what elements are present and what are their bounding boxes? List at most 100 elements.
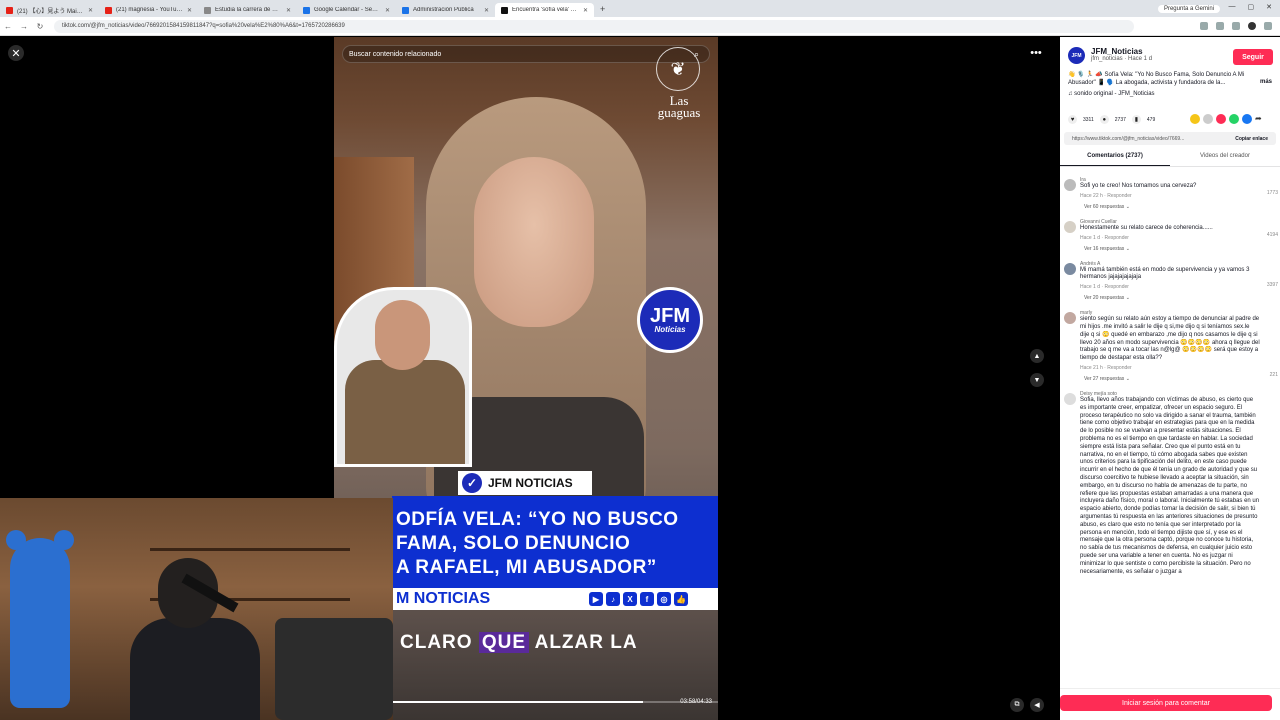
url-input[interactable]: tiktok.com/@jfm_noticias/video/766920158… — [54, 19, 1134, 33]
youtube-icon — [6, 6, 13, 14]
close-tab-icon[interactable]: ✕ — [583, 7, 588, 14]
avatar[interactable] — [1064, 392, 1076, 405]
view-replies[interactable]: Ver 16 respuestas ⌄ — [1080, 246, 1278, 252]
list-item: Ira Sofi yo te creo! Nos tomamos una cer… — [1064, 177, 1278, 210]
comment-like[interactable]: 1773 — [1267, 190, 1278, 196]
browser-tab[interactable]: Administración Pública ✕ — [396, 3, 495, 17]
more-link[interactable]: más — [1260, 79, 1272, 85]
avatar[interactable] — [1064, 312, 1076, 325]
share-arrow-icon[interactable]: ➦ — [1255, 114, 1265, 124]
sidebar-tabs: Comentarios (2737) Videos del creador — [1060, 153, 1280, 167]
bear-ear — [54, 530, 74, 550]
share-red-icon[interactable] — [1216, 114, 1226, 124]
las-guaguas-logo: ❦ — [656, 47, 700, 91]
jfm-logo-badge: JFM Noticias — [637, 287, 703, 353]
avatar[interactable] — [1064, 179, 1076, 191]
next-video-button[interactable]: ▼ — [1030, 373, 1044, 387]
reload-icon[interactable]: ↻ — [32, 22, 48, 31]
window-controls: — ▢ ✕ — [1229, 3, 1273, 11]
saves-count: 479 — [1146, 116, 1156, 123]
bookmark-icon[interactable] — [1216, 22, 1224, 30]
tab-creator-videos[interactable]: Videos del creador — [1170, 153, 1280, 166]
browser-tab[interactable]: (21) 【心】見よう Mai Matsubara✕ — [0, 3, 99, 17]
follow-button[interactable]: Seguir — [1233, 49, 1273, 65]
heart-icon[interactable]: ♥ — [1068, 115, 1077, 124]
engagement-stats: ♥ 3311 ● 2737 ▮ 479 — [1068, 115, 1155, 124]
view-replies[interactable]: Ver 27 respuestas ⌄ — [1080, 376, 1278, 382]
calendar-icon — [303, 6, 310, 14]
politician-face — [375, 300, 430, 370]
gemini-button[interactable]: Pregunta a Gemini — [1157, 4, 1220, 13]
browser-tab-active[interactable]: Encuentra 'sofía vela' en TikTok✕ — [495, 3, 594, 17]
volume-icon[interactable]: ◀ — [1030, 698, 1044, 712]
close-tab-icon[interactable]: ✕ — [286, 7, 291, 14]
previous-video-button[interactable]: ▲ — [1030, 349, 1044, 363]
view-replies[interactable]: Ver 60 respuestas ⌄ — [1080, 204, 1278, 210]
video-progress-bar[interactable] — [392, 701, 718, 703]
forward-icon[interactable]: → — [16, 22, 32, 31]
like-icon: 👍 — [674, 592, 688, 606]
video-subject-face — [474, 157, 594, 327]
view-replies[interactable]: Ver 20 respuestas ⌄ — [1080, 295, 1278, 301]
share-icons: ➦ — [1190, 114, 1265, 124]
tab-comments[interactable]: Comentarios (2737) — [1060, 153, 1170, 166]
tiktok-icon: ♪ — [606, 592, 620, 606]
browser-tab[interactable]: Estudia la carrera de Ciencia✕ — [198, 3, 297, 17]
share-link-box: https://www.tiktok.com/@jfm_noticias/vid… — [1064, 132, 1276, 145]
comment-like[interactable]: 221 — [1270, 372, 1278, 378]
login-to-comment-button[interactable]: Iniciar sesión para comentar — [1060, 695, 1272, 711]
chair — [275, 618, 393, 720]
browser-tab[interactable]: Google Calendar - Semana de✕ — [297, 3, 396, 17]
back-icon[interactable]: ← — [0, 22, 16, 31]
likes-count: 3311 — [1083, 116, 1094, 123]
avatar[interactable] — [1064, 220, 1076, 233]
youtube-icon — [105, 6, 112, 14]
bookmark-icon[interactable]: ▮ — [1131, 115, 1141, 124]
minimize-icon[interactable]: — — [1229, 3, 1236, 11]
new-tab-button[interactable]: + — [594, 4, 611, 14]
close-window-icon[interactable]: ✕ — [1266, 3, 1272, 11]
share-link[interactable]: https://www.tiktok.com/@jfm_noticias/vid… — [1072, 136, 1184, 142]
share-gold-icon[interactable] — [1190, 114, 1200, 124]
noticias-bar: M NOTICIAS ▶ ♪ X f ◎ 👍 — [392, 588, 718, 610]
comment-like[interactable]: 4194 — [1267, 232, 1278, 238]
comment-like[interactable]: 3397 — [1267, 282, 1278, 288]
copy-link-button[interactable]: Copiar enlace — [1235, 136, 1268, 142]
pip-icon[interactable]: ⧉ — [1010, 698, 1024, 712]
embed-icon[interactable] — [1203, 114, 1213, 124]
address-bar: ← → ↻ tiktok.com/@jfm_noticias/video/766… — [0, 17, 1280, 36]
close-tab-icon[interactable]: ✕ — [88, 7, 93, 14]
extensions-icon[interactable] — [1232, 22, 1240, 30]
login-bar: Iniciar sesión para comentar — [1060, 688, 1280, 720]
maximize-icon[interactable]: ▢ — [1248, 3, 1255, 11]
youtube-icon: ▶ — [589, 592, 603, 606]
avatar[interactable] — [1064, 262, 1076, 275]
browser-tab-bar: (21) 【心】見よう Mai Matsubara✕ (21) magnesia… — [0, 0, 1280, 17]
profile-icon[interactable] — [1248, 22, 1256, 30]
tiktok-icon — [501, 6, 508, 14]
comment-icon[interactable]: ● — [1099, 115, 1109, 124]
sound-link[interactable]: ♫ sonido original - JFM_Noticias — [1068, 91, 1155, 97]
video-description: 👋 🎙️ 🏃 📣 Sofía Vela: "Yo No Busco Fama, … — [1068, 72, 1245, 86]
close-tab-icon[interactable]: ✕ — [484, 7, 489, 14]
close-tab-icon[interactable]: ✕ — [187, 7, 192, 14]
avatar[interactable]: JFM — [1068, 47, 1085, 64]
menu-icon[interactable] — [1264, 22, 1272, 30]
translate-icon[interactable] — [1200, 22, 1208, 30]
bear-ear — [6, 530, 26, 550]
close-video-button[interactable]: ✕ — [8, 45, 24, 61]
politician-jacket — [345, 360, 465, 464]
whatsapp-icon[interactable] — [1229, 114, 1239, 124]
list-item: Andrés A Mi mamá también está en modo de… — [1064, 261, 1278, 301]
instagram-icon: ◎ — [657, 592, 671, 606]
las-guaguas-logo-text: Las guaguas — [657, 93, 701, 120]
author-block: JFM JFM_Noticias jfm_noticias · Hace 1 d — [1068, 47, 1152, 64]
author-name[interactable]: JFM_Noticias — [1091, 47, 1152, 56]
close-tab-icon[interactable]: ✕ — [385, 7, 390, 14]
more-options-icon[interactable]: ••• — [1028, 47, 1044, 59]
webcam-overlay — [0, 498, 393, 720]
streamer-body — [130, 618, 260, 720]
browser-tab[interactable]: (21) magnesia - YouTube ✕ — [99, 3, 198, 17]
related-search-input[interactable]: Buscar contenido relacionado ⌕ — [342, 45, 710, 63]
facebook-icon[interactable] — [1242, 114, 1252, 124]
